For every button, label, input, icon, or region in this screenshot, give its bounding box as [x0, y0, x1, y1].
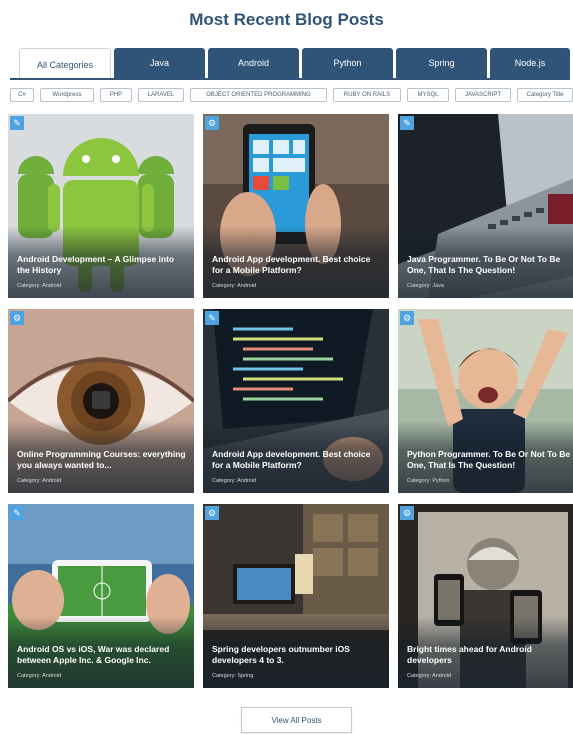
- tab-all-categories[interactable]: All Categories: [19, 48, 111, 80]
- category-tabs: All Categories Java Android Python Sprin…: [10, 48, 570, 80]
- gear-icon: ⚙: [400, 506, 414, 520]
- post-category[interactable]: Category: Android: [212, 283, 256, 289]
- pencil-icon: ✎: [10, 116, 24, 130]
- tab-java[interactable]: Java: [114, 48, 205, 78]
- gear-icon: ⚙: [10, 311, 24, 325]
- post-card[interactable]: ✎ Android OS vs iOS, War was declared be…: [8, 504, 194, 688]
- post-card[interactable]: ⚙ Bright times ahead for Android develop…: [398, 504, 573, 688]
- gear-icon: ⚙: [205, 116, 219, 130]
- post-category[interactable]: Category: Android: [407, 673, 451, 679]
- gear-icon: ⚙: [205, 506, 219, 520]
- post-category[interactable]: Category: Android: [212, 478, 256, 484]
- post-title[interactable]: Android App development. Best choice for…: [212, 254, 384, 276]
- post-category[interactable]: Category: Android: [17, 283, 61, 289]
- tag-wordpress[interactable]: Wordpress: [40, 88, 94, 102]
- tag-ruby-on-rails[interactable]: RUBY ON RAILS: [333, 88, 401, 102]
- posts-grid: ✎ Android Development – A Glimpse into t…: [8, 114, 573, 690]
- section-title: Most Recent Blog Posts: [189, 10, 384, 29]
- post-title[interactable]: Bright times ahead for Android developer…: [407, 644, 573, 666]
- tag-mysql[interactable]: MYSQL: [407, 88, 449, 102]
- post-card[interactable]: ⚙ Android App development. Best choice f…: [203, 114, 389, 298]
- pencil-icon: ✎: [400, 116, 414, 130]
- post-card[interactable]: ✎ Android App development. Best choice f…: [203, 309, 389, 493]
- post-card[interactable]: ✎ Android Development – A Glimpse into t…: [8, 114, 194, 298]
- post-card[interactable]: ⚙ Python Programmer. To Be Or Not To Be …: [398, 309, 573, 493]
- tag-csharp[interactable]: C#: [10, 88, 34, 102]
- post-category[interactable]: Category: Android: [17, 673, 61, 679]
- post-title[interactable]: Java Programmer. To Be Or Not To Be One,…: [407, 254, 573, 276]
- pencil-icon: ✎: [205, 311, 219, 325]
- tag-laravel[interactable]: LARAVEL: [138, 88, 184, 102]
- post-category[interactable]: Category: Python: [407, 478, 450, 484]
- post-category[interactable]: Category: Java: [407, 283, 444, 289]
- tag-category-title[interactable]: Category Title: [517, 88, 573, 102]
- tag-php[interactable]: PHP: [100, 88, 132, 102]
- post-title[interactable]: Android Development – A Glimpse into the…: [17, 254, 189, 276]
- tab-python[interactable]: Python: [302, 48, 393, 78]
- gear-icon: ⚙: [400, 311, 414, 325]
- tag-filter-bar: C# Wordpress PHP LARAVEL OBJECT ORIENTED…: [10, 88, 573, 104]
- post-card[interactable]: ⚙ Online Programming Courses: everything…: [8, 309, 194, 493]
- post-title[interactable]: Android OS vs iOS, War was declared betw…: [17, 644, 189, 666]
- tab-android[interactable]: Android: [208, 48, 299, 78]
- post-title[interactable]: Online Programming Courses: everything y…: [17, 449, 189, 471]
- view-all-posts-button[interactable]: View All Posts: [241, 707, 352, 733]
- post-title[interactable]: Spring developers outnumber iOS develope…: [212, 644, 384, 666]
- post-card[interactable]: ✎ Java Programmer. To Be Or Not To Be On…: [398, 114, 573, 298]
- pencil-icon: ✎: [10, 506, 24, 520]
- post-card[interactable]: ⚙ Spring developers outnumber iOS develo…: [203, 504, 389, 688]
- tabs-underline: [10, 78, 570, 80]
- post-category[interactable]: Category: Spring: [212, 673, 253, 679]
- post-title[interactable]: Android App development. Best choice for…: [212, 449, 384, 471]
- tag-javascript[interactable]: JAVASCRIPT: [455, 88, 511, 102]
- tab-spring[interactable]: Spring: [396, 48, 487, 78]
- tag-oop[interactable]: OBJECT ORIENTED PROGRAMMING: [190, 88, 327, 102]
- post-title[interactable]: Python Programmer. To Be Or Not To Be On…: [407, 449, 573, 471]
- post-category[interactable]: Category: Android: [17, 478, 61, 484]
- tab-nodejs[interactable]: Node.js: [490, 48, 570, 78]
